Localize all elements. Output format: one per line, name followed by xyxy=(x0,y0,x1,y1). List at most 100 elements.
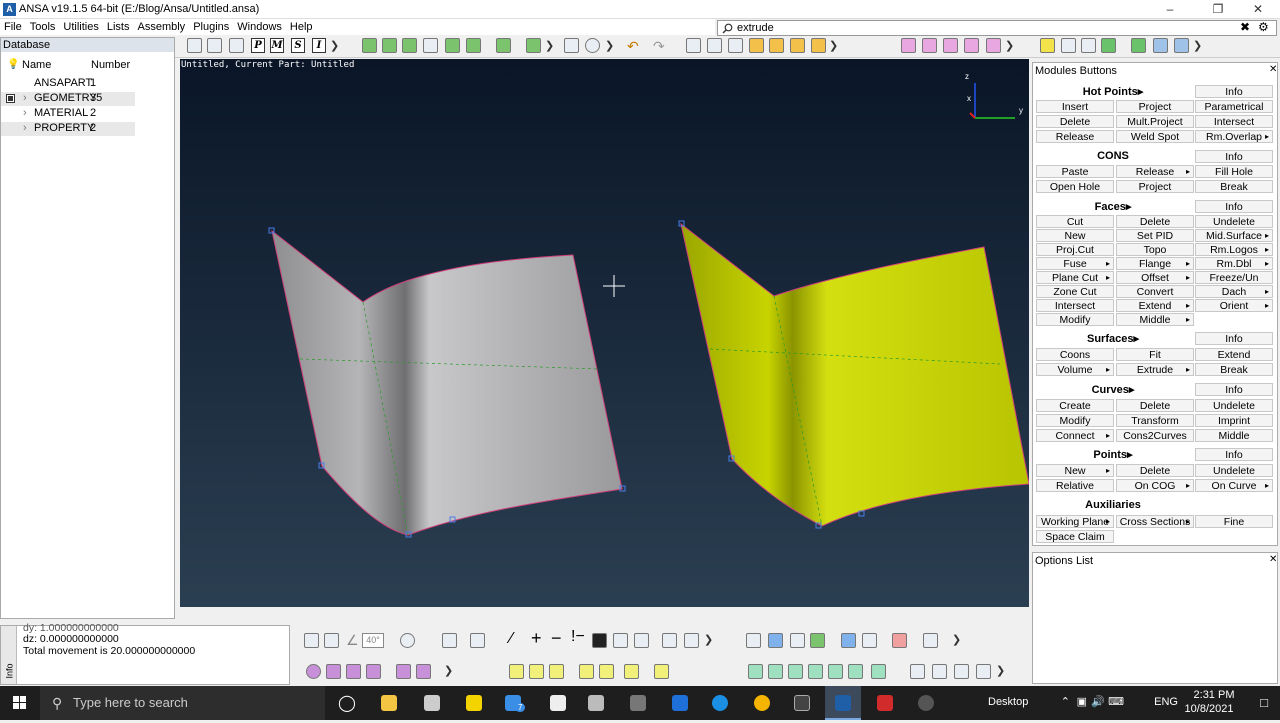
points-delete-button[interactable]: Delete xyxy=(1116,464,1194,477)
solid-green-icon-3[interactable] xyxy=(788,664,803,679)
taskbar-search[interactable]: ⚲ Type here to search xyxy=(40,686,325,720)
desktop-label[interactable]: Desktop xyxy=(988,696,1038,708)
solid-green-icon-5[interactable] xyxy=(828,664,843,679)
close-button[interactable]: ✕ xyxy=(1236,0,1280,19)
delete-icon[interactable] xyxy=(728,38,743,53)
hotpoints-delete-button[interactable]: Delete xyxy=(1036,115,1114,128)
close-icon[interactable]: ✕ xyxy=(1269,64,1277,75)
db-row-property[interactable]: › PROPERTY 2 xyxy=(1,122,135,136)
ruler-icon[interactable] xyxy=(811,38,826,53)
circle-icon[interactable] xyxy=(400,633,415,648)
chevron-right-icon-4[interactable]: ❯ xyxy=(829,39,838,52)
layers-icon[interactable] xyxy=(1131,38,1146,53)
cons-break-button[interactable]: Break xyxy=(1195,180,1273,193)
cube-blue-icon[interactable] xyxy=(768,633,783,648)
crosshair-yellow-icon[interactable] xyxy=(529,664,544,679)
curves-delete-button[interactable]: Delete xyxy=(1116,399,1194,412)
faces-setpid-button[interactable]: Set PID xyxy=(1116,229,1194,242)
face-yellow-icon-4[interactable] xyxy=(654,664,669,679)
chevron-right-icon[interactable]: ❯ xyxy=(330,39,339,52)
cons-release-button[interactable]: Release xyxy=(1116,165,1194,178)
edit-icon[interactable] xyxy=(922,38,937,53)
move-cross-icon[interactable] xyxy=(366,664,381,679)
section-cons[interactable]: CONS xyxy=(1033,150,1193,162)
camera-icon[interactable] xyxy=(588,695,604,711)
move-icon[interactable] xyxy=(790,38,805,53)
cube-grid-icon[interactable] xyxy=(841,633,856,648)
db-row-ansapart[interactable]: ANSAPART 1 xyxy=(1,77,135,91)
points-oncurve-button[interactable]: On Curve xyxy=(1195,479,1273,492)
faces-freeze-button[interactable]: Freeze/Un xyxy=(1195,271,1273,284)
grid-icon[interactable] xyxy=(592,633,607,648)
faces-projcut-button[interactable]: Proj.Cut xyxy=(1036,243,1114,256)
aux-spaceclaim-button[interactable]: Space Claim xyxy=(1036,530,1114,543)
frame-icon[interactable] xyxy=(932,664,947,679)
surfaces-volume-button[interactable]: Volume xyxy=(1036,363,1114,376)
lightbulb-icon[interactable]: 💡 xyxy=(7,59,19,70)
network-icon[interactable]: ▣ xyxy=(1077,695,1087,708)
measure-icon[interactable] xyxy=(976,664,991,679)
hotpoints-project-button[interactable]: Project xyxy=(1116,100,1194,113)
copy-icon[interactable] xyxy=(470,633,485,648)
document-icon[interactable] xyxy=(423,38,438,53)
notification-icon[interactable]: □ xyxy=(1260,695,1268,710)
solid-green-icon-2[interactable] xyxy=(768,664,783,679)
surfaces-fit-button[interactable]: Fit xyxy=(1116,348,1194,361)
faces-rmlogos-button[interactable]: Rm.Logos xyxy=(1195,243,1273,256)
screen-icon[interactable] xyxy=(496,38,511,53)
pen-icon[interactable] xyxy=(910,664,925,679)
solid-green-icon[interactable] xyxy=(748,664,763,679)
scale-icon[interactable] xyxy=(964,38,979,53)
faces-flange-button[interactable]: Flange xyxy=(1116,257,1194,270)
cons-paste-button[interactable]: Paste xyxy=(1036,165,1114,178)
angle-field[interactable]: 40° xyxy=(362,633,384,648)
faces-new-button[interactable]: New xyxy=(1036,229,1114,242)
chevron-right-icon-5[interactable]: ❯ xyxy=(1005,39,1014,52)
box-icon[interactable] xyxy=(442,633,457,648)
faces-undelete-button[interactable]: Undelete xyxy=(1195,215,1273,228)
solid-green-icon-7[interactable] xyxy=(871,664,886,679)
surfaces-info-button[interactable]: Info xyxy=(1195,332,1273,345)
cons-project-button[interactable]: Project xyxy=(1116,180,1194,193)
obs-icon[interactable] xyxy=(918,695,934,711)
section-surfaces[interactable]: Surfaces▸ xyxy=(1033,332,1193,345)
hotpoints-multproject-button[interactable]: Mult.Project xyxy=(1116,115,1194,128)
terminal-icon[interactable] xyxy=(794,695,810,711)
ent-view-icon[interactable] xyxy=(746,633,761,648)
faces-midsurface-button[interactable]: Mid.Surface xyxy=(1195,229,1273,242)
cube-green-icon[interactable] xyxy=(810,633,825,648)
menu-utilities[interactable]: Utilities xyxy=(59,19,102,35)
model-canvas[interactable] xyxy=(180,59,1029,607)
section-points[interactable]: Points▸ xyxy=(1033,448,1193,461)
nodes-icon[interactable] xyxy=(662,633,677,648)
curves-middle-button[interactable]: Middle xyxy=(1195,429,1273,442)
hotpoints-weldspot-button[interactable]: Weld Spot xyxy=(1116,130,1194,143)
chevron-right-icon[interactable]: ❯ xyxy=(952,633,961,646)
curves-modify-button[interactable]: Modify xyxy=(1036,414,1114,427)
file-explorer-icon[interactable] xyxy=(381,695,397,711)
plane-icon[interactable] xyxy=(346,664,361,679)
points-relative-button[interactable]: Relative xyxy=(1036,479,1114,492)
curve-icon[interactable] xyxy=(1061,38,1076,53)
store-icon[interactable] xyxy=(424,695,440,711)
exclaim-icon[interactable]: !− xyxy=(571,628,585,646)
aux-fine-button[interactable]: Fine xyxy=(1195,515,1273,528)
points-info-button[interactable]: Info xyxy=(1195,448,1273,461)
info-toggle-icon[interactable]: I xyxy=(312,38,326,53)
menu-file[interactable]: File xyxy=(0,19,26,35)
close-icon[interactable]: ✕ xyxy=(1269,554,1277,565)
brush-icon[interactable] xyxy=(986,38,1001,53)
solid-green-icon-4[interactable] xyxy=(808,664,823,679)
gear-icon[interactable]: ⚙ xyxy=(1258,20,1269,34)
shell-toggle-icon[interactable]: S xyxy=(291,38,305,53)
transform-icon[interactable] xyxy=(445,38,460,53)
face-icon[interactable] xyxy=(1081,38,1096,53)
copy-icon[interactable] xyxy=(466,38,481,53)
db-row-material[interactable]: › MATERIAL 2 xyxy=(1,107,135,121)
chevron-right-icon-3[interactable]: ❯ xyxy=(605,39,614,52)
cube-settings-icon[interactable] xyxy=(923,633,938,648)
entities-icon[interactable] xyxy=(362,38,377,53)
curves-undelete-button[interactable]: Undelete xyxy=(1195,399,1273,412)
acrobat-icon[interactable] xyxy=(877,695,893,711)
sphere-icon[interactable] xyxy=(306,664,321,679)
